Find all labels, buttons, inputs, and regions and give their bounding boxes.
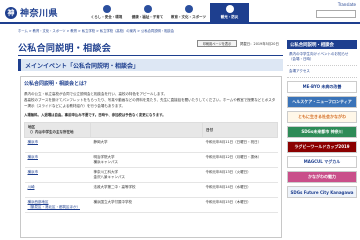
area-cell[interactable]: 横浜市	[24, 152, 91, 168]
print-button[interactable]: 印刷用ページを表示	[197, 40, 237, 47]
sidebar-link[interactable]: 県内の中学生向けイベントのお知らせ（会場・日時）	[287, 49, 357, 66]
nav-item-label: くらし・安全・環境	[90, 15, 123, 19]
translate-link[interactable]: Translate	[338, 2, 356, 7]
column-header-area: 地区 （）内は中学生の主な所在地	[24, 122, 91, 138]
table-row: 横浜市 静岡大学 令和元年8月11日（日曜日・祝日）	[24, 137, 278, 153]
table-row: 横浜市 明治学院大学 横浜キャンパス 令和元年8月12日（月曜日・振休）	[24, 152, 278, 168]
venue-cell: 明治学院大学 横浜キャンパス	[90, 152, 203, 168]
nav-category-icon	[225, 5, 234, 13]
sidebar: 公私合同説明・相談会 県内の中学生向けイベントのお知らせ（会場・日時） 会場アクセ…	[287, 40, 357, 198]
area-cell[interactable]: 横浜西部地区 （鶴見区・港北区・都筑区ほか）	[24, 197, 91, 213]
area-cell[interactable]: 川崎	[24, 182, 91, 198]
date-cell: 令和元年8月13日（火曜日）	[202, 167, 278, 183]
sidebar-link[interactable]: 会場アクセス	[287, 66, 357, 78]
nav-category-icon	[184, 5, 193, 13]
sidebar-title: 公私合同説明・相談会	[287, 40, 357, 49]
venue-cell: 法政大学第二中・高等学校	[90, 182, 203, 198]
sidebar-banner[interactable]: MAGCUL マグカル	[287, 156, 357, 168]
global-nav: くらし・安全・環境 健康・福祉・子育て 教育・文化・スポーツ 観光・防災	[87, 3, 249, 22]
subheading: 公私合同説明・相談会とは？	[24, 81, 90, 87]
nav-item-label: 教育・文化・スポーツ	[171, 15, 206, 19]
sidebar-banner[interactable]: SDGs未来都市 神奈川	[287, 126, 357, 138]
site-name: 神奈川県	[20, 9, 59, 19]
nav-item-1[interactable]: 健康・福祉・子育て	[128, 3, 167, 22]
breadcrumb[interactable]: ホーム > 教育・文化・スポーツ > 教育 > 私立学校 > 私立学校（高校）の…	[18, 28, 298, 33]
sidebar-banner[interactable]: かながわの魅力	[287, 171, 357, 183]
area-cell[interactable]: 横浜市	[24, 167, 91, 183]
date-cell: 令和元年8月14日（水曜日）	[202, 182, 278, 198]
venue-cell: 横浜国立大学付属中学校	[90, 197, 203, 213]
sidebar-banner[interactable]: ともに生きる社会かながわ	[287, 111, 357, 123]
posted-date: 掲載日：2019年5月20日	[240, 42, 279, 46]
area-cell[interactable]: 横浜市	[24, 137, 91, 153]
event-table: 地区 （）内は中学生の主な所在地 日付 横浜市 静岡大学 令和元年8月11日（日曜日…	[24, 122, 278, 213]
nav-item-0[interactable]: くらし・安全・環境	[87, 3, 126, 22]
table-row: 横浜西部地区 （鶴見区・港北区・都筑区ほか） 横浜国立大学付属中学校 令和元年8月1…	[24, 197, 278, 213]
section-heading: メインイベント「公私合同説明・相談会」	[18, 59, 283, 71]
nav-item-2[interactable]: 教育・文化・スポーツ	[169, 3, 208, 22]
nav-item-3[interactable]: 観光・防災	[210, 3, 249, 22]
content-box: 公私合同説明・相談会とは？ 県内の公立・私立高校が合同で公立説明会と相談会を行い…	[20, 76, 282, 238]
detail-paragraph: 各高校のブースを設けてパンフレットをもらったり、写真や動画などの資料を見たり、先…	[24, 98, 276, 108]
sidebar-banner[interactable]: SDGs Future City Kanagawa	[287, 186, 357, 198]
date-cell: 令和元年8月12日（月曜日・振休）	[202, 152, 278, 168]
nav-category-icon	[143, 5, 152, 13]
sidebar-banner[interactable]: ME-BYO 未病の改善	[287, 81, 357, 93]
table-header-row: 地区 （）内は中学生の主な所在地 日付	[24, 122, 278, 138]
site-logo[interactable]: 神 神奈川県	[5, 6, 58, 19]
page-title: 公私合同説明・相談会	[18, 44, 112, 54]
search-input[interactable]	[316, 10, 356, 18]
venue-cell: 静岡大学	[90, 137, 203, 153]
site-header: 神 神奈川県 くらし・安全・環境 健康・福祉・子育て 教育・文化・スポーツ 観光・防災…	[0, 0, 360, 24]
sidebar-banner[interactable]: ヘルスケア・ニューフロンティア	[287, 96, 357, 108]
nav-item-label: 健康・福祉・子育て	[131, 15, 164, 19]
title-divider	[18, 55, 283, 56]
nav-item-label: 観光・防災	[220, 15, 239, 19]
venue-cell: 神奈川工科大学 金沢八景キャンパス	[90, 167, 203, 183]
date-cell: 令和元年8月15日（木曜日）	[202, 197, 278, 213]
column-header-venue	[90, 122, 203, 138]
column-header-date: 日付	[202, 122, 278, 138]
prefecture-emblem-icon: 神	[5, 6, 17, 19]
date-cell: 令和元年8月11日（日曜日・祝日）	[202, 137, 278, 153]
table-row: 横浜市 神奈川工科大学 金沢八景キャンパス 令和元年8月13日（火曜日）	[24, 167, 278, 183]
admission-note: 入場無料。入退場は自由。事前申込み不要です。日時や、参加校は予告なく変更になりま…	[24, 113, 166, 117]
sidebar-banner[interactable]: ラグビーワールドカップ2019	[287, 141, 357, 153]
nav-category-icon	[102, 5, 111, 13]
table-row: 川崎 法政大学第二中・高等学校 令和元年8月14日（水曜日）	[24, 182, 278, 198]
page: 神 神奈川県 くらし・安全・環境 健康・福祉・子育て 教育・文化・スポーツ 観光・防災…	[0, 0, 360, 240]
